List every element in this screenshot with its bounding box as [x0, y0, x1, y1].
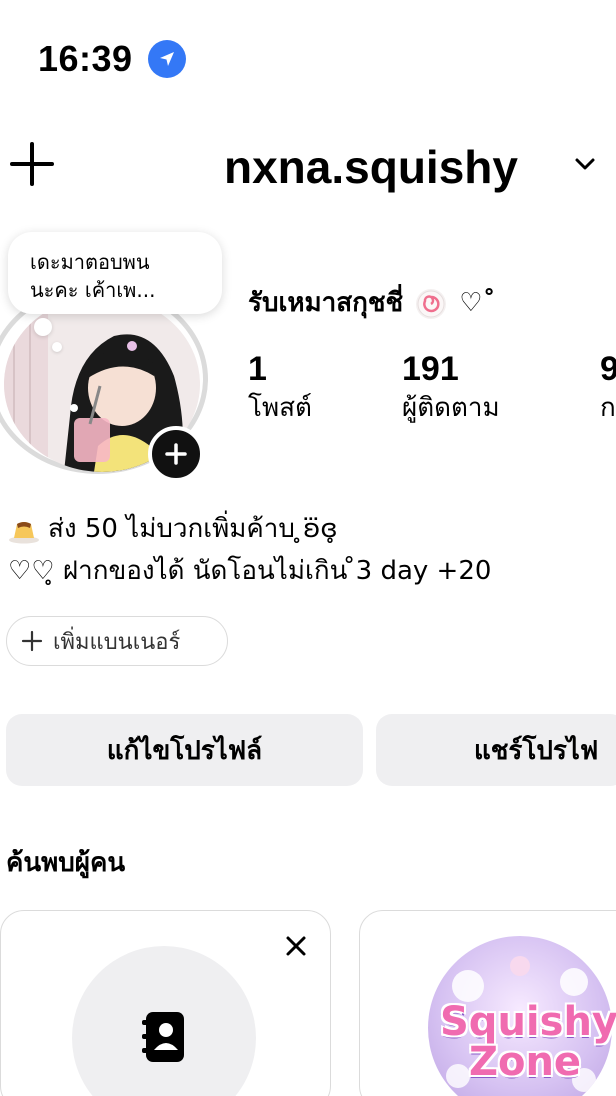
- display-name: รับเหมาสกุชชี่ ♡˚: [248, 282, 496, 323]
- bio-text-1: ส่ง 50 ไม่บวกเพิ่มค้าบ ̥ʚ⃛ɞ̥: [48, 514, 338, 544]
- stat-followers-label: ผู้ติดตาม: [402, 393, 500, 423]
- stat-followers[interactable]: 191 ผู้ติดตาม: [402, 350, 500, 428]
- edit-profile-label: แก้ไขโปรไฟล์: [106, 735, 263, 766]
- discover-people-title: ค้นพบผู้คน: [6, 848, 126, 878]
- note-bubble-tail-small: [52, 342, 62, 352]
- stat-following-label: ก: [600, 393, 616, 423]
- status-time: 16:39: [38, 38, 133, 79]
- stat-posts-count: 1: [248, 350, 267, 388]
- stat-posts-label: โพสต์: [248, 393, 312, 423]
- chevron-down-icon: [575, 158, 595, 170]
- create-button[interactable]: [8, 140, 56, 188]
- display-name-suffix: ♡˚: [459, 288, 496, 318]
- account-switch-button[interactable]: [574, 156, 596, 172]
- close-icon: [286, 936, 306, 956]
- plus-icon: [165, 443, 187, 465]
- edit-profile-button[interactable]: แก้ไขโปรไฟล์: [6, 714, 363, 786]
- add-story-button[interactable]: [148, 426, 204, 482]
- bio-text-2: ♡♡̥ ฝากของได้ นัดโอนไม่เกิน ̊3 day +20: [8, 556, 492, 586]
- contacts-book-icon: [140, 1010, 188, 1064]
- bio-line-1: ส่ง 50 ไม่บวกเพิ่มค้าบ ̥ʚ⃛ɞ̥: [8, 508, 338, 549]
- add-banner-button[interactable]: เพิ่มแบนเนอร์: [6, 616, 228, 666]
- share-profile-button[interactable]: แชร์โปรไฟ: [376, 714, 616, 786]
- share-profile-label: แชร์โปรไฟ: [474, 735, 599, 766]
- stat-following-count: 9: [600, 350, 616, 388]
- logo-word-2: Zone: [468, 1039, 582, 1085]
- suggested-account-logo: Squishy Zone: [440, 999, 616, 1085]
- fishcake-emoji-icon: [416, 288, 447, 319]
- stat-followers-count: 191: [402, 350, 459, 388]
- profile-screen: 16:39 nxna.squishy เดะมาตอบพน นะคะ เค้าเ…: [0, 0, 616, 1096]
- account-username[interactable]: nxna.squishy: [224, 140, 518, 194]
- pudding-emoji-icon: [8, 516, 40, 544]
- dismiss-card-button[interactable]: [284, 934, 308, 958]
- note-bubble-tail: [34, 318, 52, 336]
- location-arrow-icon: [148, 40, 186, 78]
- plus-icon: [21, 630, 43, 652]
- display-name-text: รับเหมาสกุชชี่: [248, 288, 404, 318]
- stat-posts[interactable]: 1 โพสต์: [248, 350, 312, 428]
- logo-word-1: Squishy: [440, 999, 616, 1045]
- note-bubble[interactable]: เดะมาตอบพน นะคะ เค้าเพ...: [8, 232, 222, 314]
- plus-icon: [10, 142, 54, 186]
- add-banner-label: เพิ่มแบนเนอร์: [53, 629, 181, 655]
- stat-following[interactable]: 9 ก: [600, 350, 616, 428]
